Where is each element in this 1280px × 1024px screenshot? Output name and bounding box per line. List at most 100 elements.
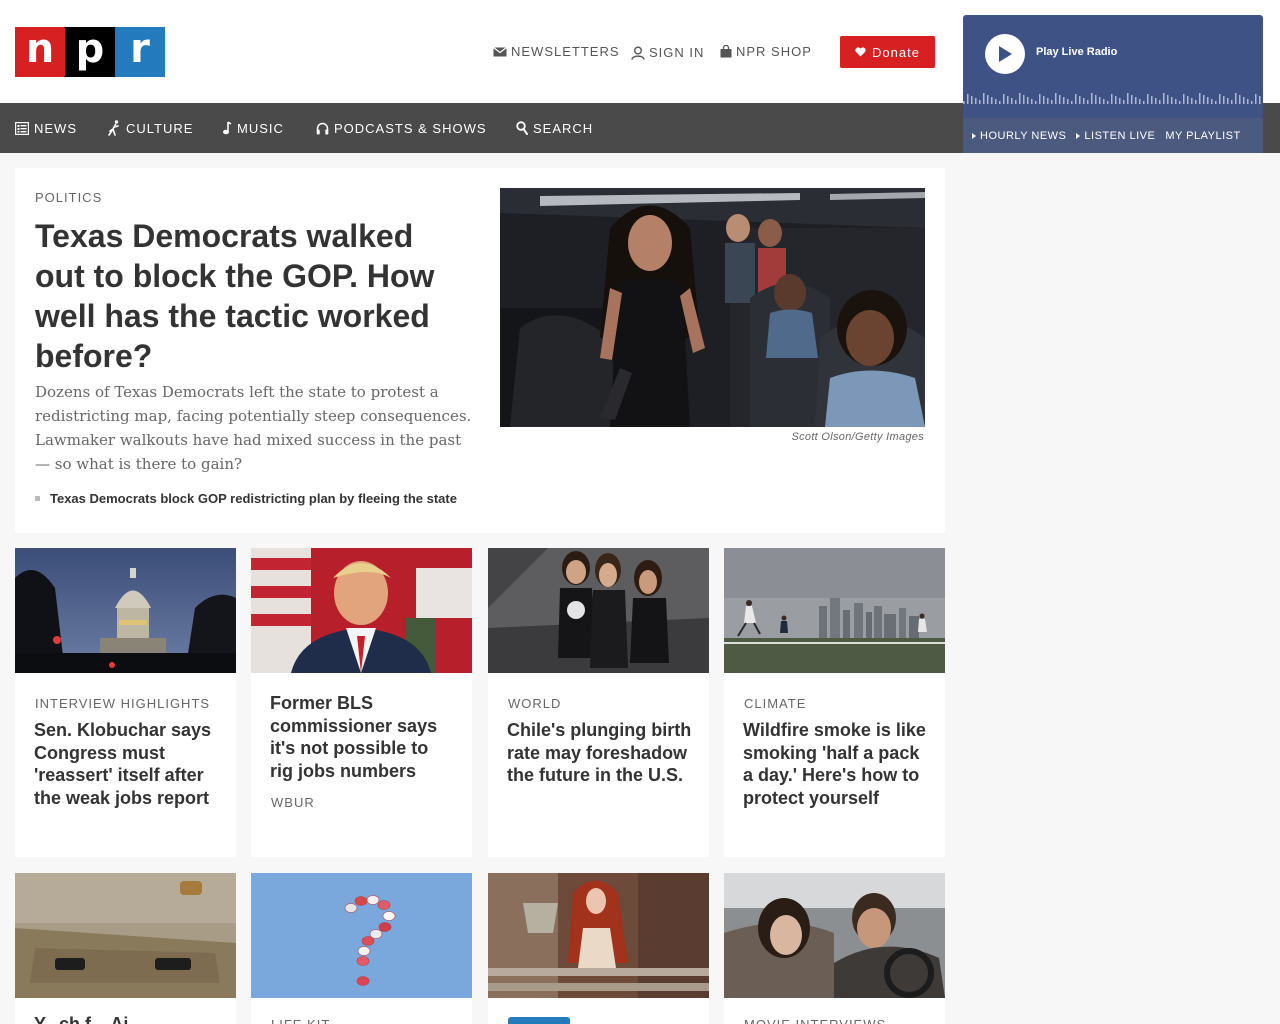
story-card[interactable]: Interview Highlights Sen. Klobuchar says… xyxy=(15,548,236,857)
nav-podcasts-label: Podcasts & Shows xyxy=(334,120,487,136)
play-button[interactable] xyxy=(985,34,1025,74)
wave-bar xyxy=(971,96,973,104)
wave-bar xyxy=(1091,93,1093,104)
listen-live-label: Listen Live xyxy=(1084,129,1156,142)
wave-bar xyxy=(1207,97,1209,104)
story-title[interactable]: Chile's plunging birth rate may foreshad… xyxy=(507,719,692,787)
story-card[interactable]: Life Kit xyxy=(251,873,472,1024)
pill xyxy=(366,895,380,905)
wave-bar xyxy=(1135,97,1137,104)
wave-bar xyxy=(1035,101,1037,104)
story-slug[interactable]: Climate xyxy=(744,696,806,711)
story-image[interactable] xyxy=(15,548,236,673)
pill xyxy=(354,896,368,906)
wave-bar xyxy=(1239,95,1241,104)
story-image[interactable] xyxy=(15,873,236,998)
culture-icon xyxy=(108,120,119,136)
wave-bar xyxy=(995,99,997,104)
heart-icon xyxy=(855,47,866,57)
wave-bar xyxy=(1243,97,1245,104)
hero-image[interactable] xyxy=(500,188,925,427)
nav-news[interactable]: News xyxy=(15,103,77,153)
story-slug[interactable]: Interview Highlights xyxy=(35,696,210,711)
my-playlist-link[interactable]: My Playlist xyxy=(1165,130,1240,142)
newsletters-link[interactable]: Newsletters xyxy=(493,44,620,59)
wave-bar xyxy=(1003,94,1005,104)
wave-bar xyxy=(1023,95,1025,104)
wave-bar xyxy=(999,101,1001,104)
wave-bar xyxy=(975,98,977,104)
pill xyxy=(382,911,396,921)
story-slug[interactable]: Movie Interviews xyxy=(744,1017,886,1024)
music-note-icon xyxy=(223,121,232,135)
wave-bar xyxy=(1191,98,1193,104)
story-image[interactable] xyxy=(724,873,945,998)
wave-bar xyxy=(967,94,969,104)
hero-story: Politics Texas Democrats walked out to b… xyxy=(15,168,945,533)
story-card[interactable] xyxy=(488,873,709,1024)
wave-bar xyxy=(1067,99,1069,104)
story-card[interactable]: Former BLS commissioner says it's not po… xyxy=(251,548,472,857)
story-card[interactable]: Y...ch f... Ai... xyxy=(15,873,236,1024)
wave-bar xyxy=(1127,93,1129,104)
play-triangle-icon xyxy=(1076,132,1081,139)
wave-bar xyxy=(1087,100,1089,104)
nav-search-label: Search xyxy=(533,120,594,136)
wave-bar xyxy=(1115,96,1117,104)
wave-bar xyxy=(1083,98,1085,104)
story-image[interactable] xyxy=(724,548,945,673)
donate-button[interactable]: Donate xyxy=(840,36,935,68)
wave-bar xyxy=(1251,101,1253,104)
listen-live-link[interactable]: Listen Live xyxy=(1076,130,1155,142)
story-title[interactable]: Y...ch f... Ai... xyxy=(34,1013,219,1024)
nav-music[interactable]: Music xyxy=(222,103,284,153)
wave-bar xyxy=(1119,98,1121,104)
wave-bar xyxy=(1171,97,1173,104)
main-nav: News Culture Music Podcasts & Shows Sear… xyxy=(0,103,963,153)
related-story-link[interactable]: Texas Democrats block GOP redistricting … xyxy=(35,491,457,506)
wave-bar xyxy=(1015,100,1017,104)
search-icon xyxy=(516,121,528,135)
hourly-news-link[interactable]: Hourly News xyxy=(972,130,1066,142)
wave-bar xyxy=(1195,100,1197,104)
donate-label: Donate xyxy=(872,44,920,60)
story-image[interactable] xyxy=(488,873,709,998)
npr-shop-label: NPR Shop xyxy=(736,44,812,59)
hero-slug[interactable]: Politics xyxy=(35,190,102,205)
story-slug[interactable]: World xyxy=(508,696,561,711)
nav-culture[interactable]: Culture xyxy=(108,103,193,153)
wave-bar xyxy=(1139,99,1141,104)
story-image[interactable] xyxy=(251,548,472,673)
story-title[interactable]: Former BLS commissioner says it's not po… xyxy=(270,692,455,782)
nav-right-filler xyxy=(1263,103,1280,153)
nav-news-label: News xyxy=(34,120,77,136)
pill xyxy=(378,922,392,932)
story-card[interactable]: World Chile's plunging birth rate may fo… xyxy=(488,548,709,857)
category-badge[interactable] xyxy=(508,1017,570,1024)
story-title[interactable]: Sen. Klobuchar says Congress must 'reass… xyxy=(34,719,219,809)
pill xyxy=(344,903,358,913)
nav-music-label: Music xyxy=(237,120,284,136)
story-image[interactable] xyxy=(251,873,472,998)
story-title[interactable]: Wildfire smoke is like smoking 'half a p… xyxy=(743,719,928,809)
story-card[interactable]: Movie Interviews xyxy=(724,873,945,1024)
nav-podcasts[interactable]: Podcasts & Shows xyxy=(316,103,487,153)
pill xyxy=(357,946,371,956)
npr-shop-link[interactable]: NPR Shop xyxy=(720,44,812,59)
story-card[interactable]: Climate Wildfire smoke is like smoking '… xyxy=(724,548,945,857)
sign-in-label: Sign In xyxy=(649,45,705,60)
sign-in-link[interactable]: Sign In xyxy=(631,45,704,60)
pill xyxy=(377,900,391,910)
npr-logo[interactable]: n p r xyxy=(15,27,165,77)
hero-title[interactable]: Texas Democrats walked out to block the … xyxy=(35,216,465,376)
wave-bar xyxy=(979,100,981,104)
nav-search[interactable]: Search xyxy=(516,103,593,153)
wave-bar xyxy=(1007,96,1009,104)
story-source: WBUR xyxy=(271,795,315,810)
logo-letter-n: n xyxy=(15,27,65,77)
play-triangle-icon xyxy=(972,132,976,139)
story-slug[interactable]: Life Kit xyxy=(271,1017,330,1024)
story-image[interactable] xyxy=(488,548,709,673)
shopping-bag-icon xyxy=(720,45,732,58)
wave-bar xyxy=(1163,93,1165,104)
